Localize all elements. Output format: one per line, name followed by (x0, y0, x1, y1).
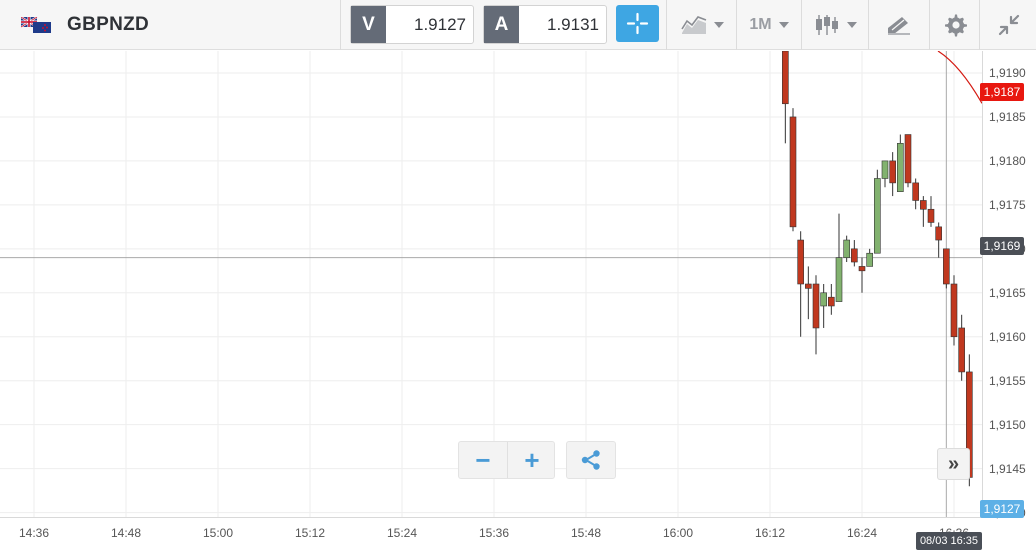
candle-body (904, 134, 912, 184)
time-axis[interactable]: 14:36 14:48 15:00 15:12 15:24 15:36 15:48 16:00… (0, 517, 982, 553)
share-button[interactable] (566, 441, 616, 479)
price-tick-label: 1,9175 (989, 197, 1026, 212)
scroll-to-latest-button[interactable]: » (937, 448, 970, 480)
ask-price: 1.9131 (547, 15, 599, 34)
zoom-controls: − + (458, 441, 555, 479)
toolbar-divider (868, 0, 869, 50)
price-tick-label: 1,9155 (989, 373, 1026, 388)
price-tick-label: 1,9150 (989, 417, 1026, 432)
candle-body (874, 178, 881, 254)
price-tick-label: 1,9165 (989, 285, 1026, 300)
crosshair-time-flag: 08/03 16:35 (916, 532, 982, 550)
chevron-down-icon (846, 22, 857, 28)
instrument-symbol: GBPNZD (67, 14, 150, 35)
time-tick-label: 14:48 (110, 526, 142, 540)
candle-body (943, 248, 950, 285)
time-tick-label: 16:00 (662, 526, 694, 540)
ask-quote-box[interactable]: A 1.9131 (483, 5, 607, 44)
candle-body (843, 239, 850, 258)
candle-body (889, 160, 896, 184)
price-tick-label: 1,9145 (989, 461, 1026, 476)
time-tick-label: 15:48 (570, 526, 602, 540)
toolbar-divider (736, 0, 737, 50)
chevron-down-icon (778, 22, 789, 28)
toolbar-divider (801, 0, 802, 50)
ask-price-line (937, 51, 982, 104)
price-tick-label: 1,9180 (989, 153, 1026, 168)
candle-body (881, 160, 889, 179)
time-tick-label: 14:36 (18, 526, 50, 540)
candle-body (805, 283, 812, 289)
candle-body (797, 239, 804, 285)
chart-toolbar: GBPNZD V 1.9127 A 1.9131 1M (0, 0, 1036, 50)
price-axis[interactable]: 1,91901,91851,91801,91751,91701,91651,91… (982, 51, 1036, 520)
collapse-button[interactable] (982, 0, 1036, 50)
area-chart-icon (680, 16, 706, 34)
time-tick-label: 15:24 (386, 526, 418, 540)
bid-price-flag: 1,9127 (980, 500, 1024, 518)
collapse-icon (998, 14, 1020, 36)
toolbar-divider (666, 0, 667, 50)
drawing-tools-button[interactable] (870, 0, 928, 50)
candle-body (897, 143, 904, 192)
candle-body (835, 257, 843, 302)
time-tick-label: 16:24 (846, 526, 878, 540)
share-icon (581, 450, 600, 470)
candle-style-dropdown[interactable] (804, 0, 866, 50)
time-tick-label: 15:36 (478, 526, 510, 540)
candle-body (958, 327, 965, 373)
candle-body (789, 116, 797, 228)
bid-tag: V (351, 6, 386, 43)
chevron-down-icon (713, 22, 724, 28)
toolbar-divider (340, 0, 341, 50)
gear-icon (944, 14, 967, 37)
zoom-out-button[interactable]: − (459, 442, 507, 478)
candle-body (858, 266, 866, 272)
bid-price: 1.9127 (414, 15, 466, 34)
candle-body (782, 51, 789, 105)
ask-price-flag: 1,9187 (980, 83, 1024, 101)
bid-quote-box[interactable]: V 1.9127 (350, 5, 474, 44)
time-tick-label: 15:12 (294, 526, 326, 540)
candle-body (920, 200, 927, 210)
time-tick-label: 16:12 (754, 526, 786, 540)
timeframe-label: 1M (749, 16, 772, 33)
candle-body (935, 226, 942, 241)
candle-body (820, 292, 827, 307)
price-tick-label: 1,9160 (989, 329, 1026, 344)
crosshair-price-flag: 1,9169 (980, 237, 1024, 255)
gb-nz-flag-icon (21, 17, 51, 33)
candle-body (828, 296, 835, 307)
chart-type-dropdown[interactable] (670, 0, 734, 50)
crosshair-button[interactable] (616, 5, 659, 42)
settings-button[interactable] (930, 0, 979, 50)
price-tick-label: 1,9190 (989, 65, 1026, 80)
crosshair-icon (626, 12, 649, 35)
candle-body (812, 283, 820, 329)
time-tick-label: 15:00 (202, 526, 234, 540)
candle-body (950, 283, 958, 338)
toolbar-divider (979, 0, 980, 50)
ask-tag: A (484, 6, 519, 43)
candlestick-icon (815, 15, 838, 35)
drawing-tools-icon (888, 17, 910, 35)
chart-window: GBPNZD V 1.9127 A 1.9131 1M 1,9190 1,918… (0, 0, 1036, 553)
timeframe-dropdown[interactable]: 1M (738, 0, 800, 50)
price-tick-label: 1,9185 (989, 109, 1026, 124)
candle-body (866, 252, 873, 267)
candle-body (851, 248, 858, 263)
candle-body (912, 182, 919, 201)
zoom-in-button[interactable]: + (508, 442, 556, 478)
candle-body (927, 208, 935, 223)
